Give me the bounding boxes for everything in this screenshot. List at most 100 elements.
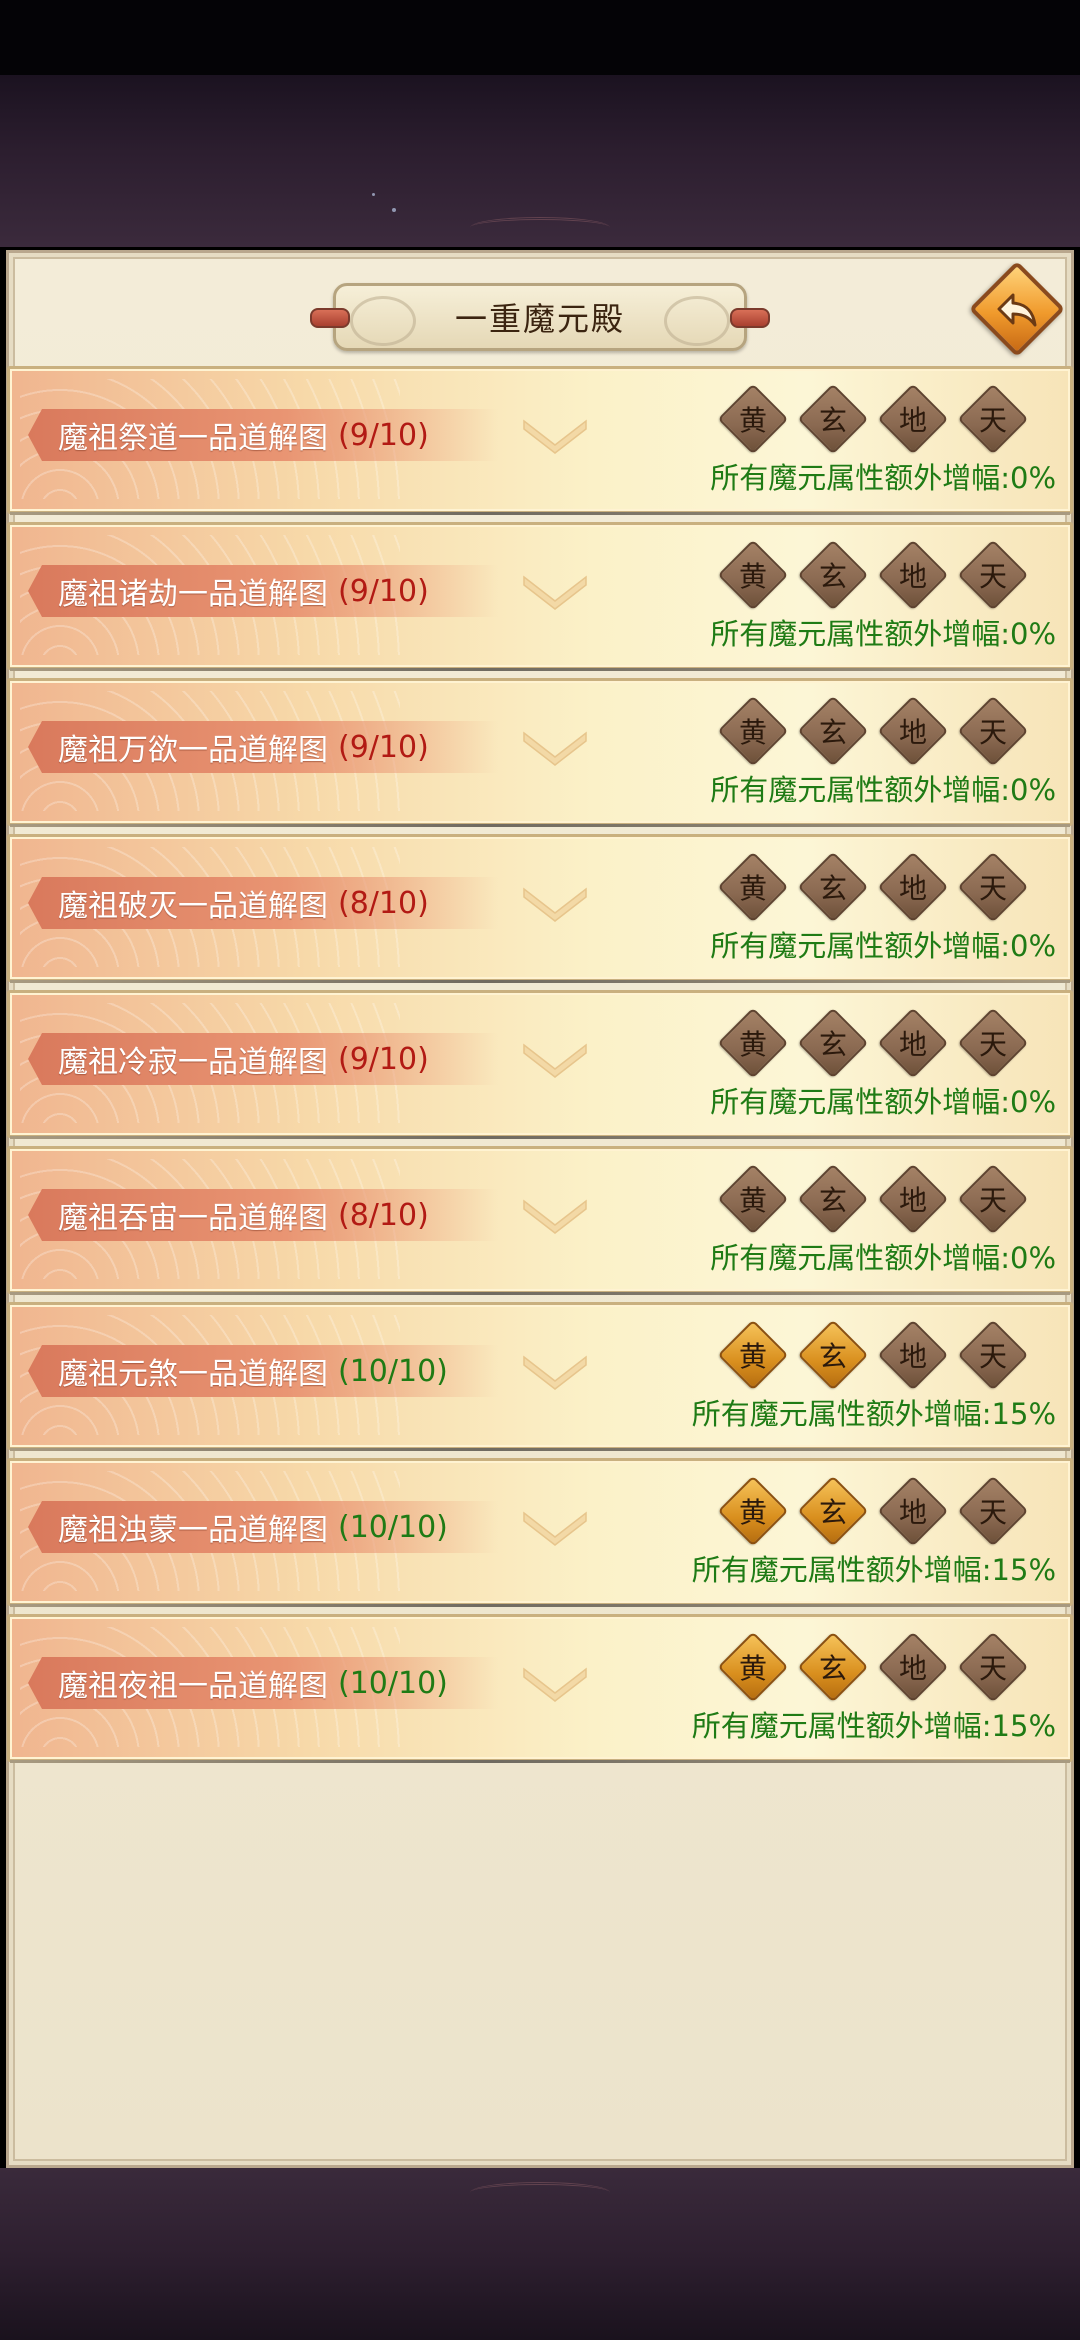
star-decoration (372, 193, 375, 196)
bonus-text: 所有魔元属性额外增幅:0% (710, 773, 1056, 807)
progress-count: (9/10) (338, 417, 429, 453)
bonus-text: 所有魔元属性额外增幅:15% (691, 1553, 1056, 1587)
label-ribbon: 魔祖吞宙一品道解图 (8/10) (28, 1189, 498, 1241)
rank-label: 黄 (738, 1652, 767, 1685)
back-button[interactable] (968, 260, 1066, 358)
chevron-down-icon[interactable] (520, 883, 590, 923)
rank-label: 地 (898, 1184, 927, 1217)
progress-count: (8/10) (338, 1197, 429, 1233)
label-ribbon: 魔祖浊蒙一品道解图 (10/10) (28, 1501, 498, 1553)
label-ribbon: 魔祖祭道一品道解图 (9/10) (28, 409, 498, 461)
rank-label: 天 (978, 560, 1007, 593)
progress-count: (8/10) (338, 885, 429, 921)
chevron-down-icon[interactable] (520, 727, 590, 767)
list-item[interactable]: 魔祖夜祖一品道解图 (10/10) 黄 玄 地 天所有魔元属性额外增幅:15% (7, 1614, 1073, 1763)
chevron-down-icon[interactable] (520, 1507, 590, 1547)
rank-label: 玄 (818, 1340, 847, 1373)
bonus-text: 所有魔元属性额外增幅:15% (691, 1709, 1056, 1743)
rank-label: 玄 (818, 1496, 847, 1529)
rank-badge-lit: 黄 (717, 1475, 789, 1547)
list-item[interactable]: 魔祖冷寂一品道解图 (9/10) 黄 玄 地 天所有魔元属性额外增幅:0% (7, 990, 1073, 1139)
rank-badge-unlit: 黄 (717, 383, 789, 455)
list-item[interactable]: 魔祖诸劫一品道解图 (9/10) 黄 玄 地 天所有魔元属性额外增幅:0% (7, 522, 1073, 671)
chevron-down-icon[interactable] (520, 415, 590, 455)
rank-badge-lit: 黄 (717, 1631, 789, 1703)
title-plaque: 一重魔元殿 (310, 283, 770, 351)
rank-badge-unlit: 黄 (717, 539, 789, 611)
rank-badge-unlit: 天 (957, 695, 1029, 767)
bonus-text: 所有魔元属性额外增幅:0% (710, 929, 1056, 963)
bonus-text: 所有魔元属性额外增幅:0% (710, 1085, 1056, 1119)
rank-badges: 黄玄地天 (717, 539, 1053, 611)
rank-badge-unlit: 黄 (717, 1007, 789, 1079)
rank-label: 天 (978, 404, 1007, 437)
rank-badge-unlit: 地 (877, 1475, 949, 1547)
progress-count: (9/10) (338, 1041, 429, 1077)
rank-badge-unlit: 天 (957, 1163, 1029, 1235)
rank-label: 黄 (738, 404, 767, 437)
list-item[interactable]: 魔祖浊蒙一品道解图 (10/10) 黄 玄 地 天所有魔元属性额外增幅:15% (7, 1458, 1073, 1607)
rank-badge-unlit: 天 (957, 539, 1029, 611)
star-decoration (392, 208, 396, 212)
rank-label: 玄 (818, 560, 847, 593)
list-item[interactable]: 魔祖吞宙一品道解图 (8/10) 黄 玄 地 天所有魔元属性额外增幅:0% (7, 1146, 1073, 1295)
rank-badge-unlit: 天 (957, 1475, 1029, 1547)
rank-label: 玄 (818, 716, 847, 749)
rank-label: 玄 (818, 1028, 847, 1061)
rank-badge-unlit: 地 (877, 1007, 949, 1079)
rank-badge-unlit: 玄 (797, 539, 869, 611)
rank-label: 黄 (738, 1028, 767, 1061)
progress-count: (10/10) (338, 1509, 448, 1545)
rank-badge-unlit: 黄 (717, 1163, 789, 1235)
rank-label: 黄 (738, 1340, 767, 1373)
rank-label: 黄 (738, 1496, 767, 1529)
rank-label: 玄 (818, 404, 847, 437)
rank-label: 地 (898, 1028, 927, 1061)
rank-label: 天 (978, 1652, 1007, 1685)
rank-badges: 黄玄地天 (717, 1631, 1053, 1703)
rank-label: 天 (978, 716, 1007, 749)
rank-label: 黄 (738, 872, 767, 905)
rank-label: 天 (978, 1340, 1007, 1373)
background-top (0, 75, 1080, 247)
rank-label: 地 (898, 872, 927, 905)
diagram-name: 魔祖诸劫一品道解图 (58, 577, 328, 612)
rank-badge-unlit: 玄 (797, 1163, 869, 1235)
list-item[interactable]: 魔祖祭道一品道解图 (9/10) 黄 玄 地 天所有魔元属性额外增幅:0% (7, 366, 1073, 515)
label-ribbon: 魔祖诸劫一品道解图 (9/10) (28, 565, 498, 617)
diagram-name: 魔祖祭道一品道解图 (58, 421, 328, 456)
rank-badge-unlit: 黄 (717, 851, 789, 923)
page-title: 一重魔元殿 (454, 300, 625, 338)
background-bottom (0, 2168, 1080, 2340)
ornament (470, 217, 610, 238)
chevron-down-icon[interactable] (520, 1663, 590, 1703)
chevron-down-icon[interactable] (520, 1351, 590, 1391)
list-item[interactable]: 魔祖元煞一品道解图 (10/10) 黄 玄 地 天所有魔元属性额外增幅:15% (7, 1302, 1073, 1451)
rank-label: 黄 (738, 1184, 767, 1217)
label-ribbon: 魔祖冷寂一品道解图 (9/10) (28, 1033, 498, 1085)
rank-badge-unlit: 地 (877, 695, 949, 767)
rank-badge-lit: 玄 (797, 1475, 869, 1547)
progress-count: (9/10) (338, 729, 429, 765)
diagram-name: 魔祖浊蒙一品道解图 (58, 1513, 328, 1548)
title-ornament-right (730, 308, 770, 328)
rank-badges: 黄玄地天 (717, 383, 1053, 455)
rank-label: 地 (898, 404, 927, 437)
rank-badges: 黄玄地天 (717, 851, 1053, 923)
list-item[interactable]: 魔祖万欲一品道解图 (9/10) 黄 玄 地 天所有魔元属性额外增幅:0% (7, 678, 1073, 827)
rank-badge-unlit: 玄 (797, 1007, 869, 1079)
chevron-down-icon[interactable] (520, 1039, 590, 1079)
list-item[interactable]: 魔祖破灭一品道解图 (8/10) 黄 玄 地 天所有魔元属性额外增幅:0% (7, 834, 1073, 983)
status-bar (0, 0, 1080, 75)
rank-badge-unlit: 天 (957, 1007, 1029, 1079)
chevron-down-icon[interactable] (520, 571, 590, 611)
chevron-down-icon[interactable] (520, 1195, 590, 1235)
diagram-name: 魔祖夜祖一品道解图 (58, 1669, 328, 1704)
rank-label: 天 (978, 1496, 1007, 1529)
bonus-text: 所有魔元属性额外增幅:0% (710, 1241, 1056, 1275)
rank-label: 黄 (738, 560, 767, 593)
label-ribbon: 魔祖破灭一品道解图 (8/10) (28, 877, 498, 929)
rank-badges: 黄玄地天 (717, 1163, 1053, 1235)
rank-badges: 黄玄地天 (717, 1319, 1053, 1391)
progress-count: (9/10) (338, 573, 429, 609)
